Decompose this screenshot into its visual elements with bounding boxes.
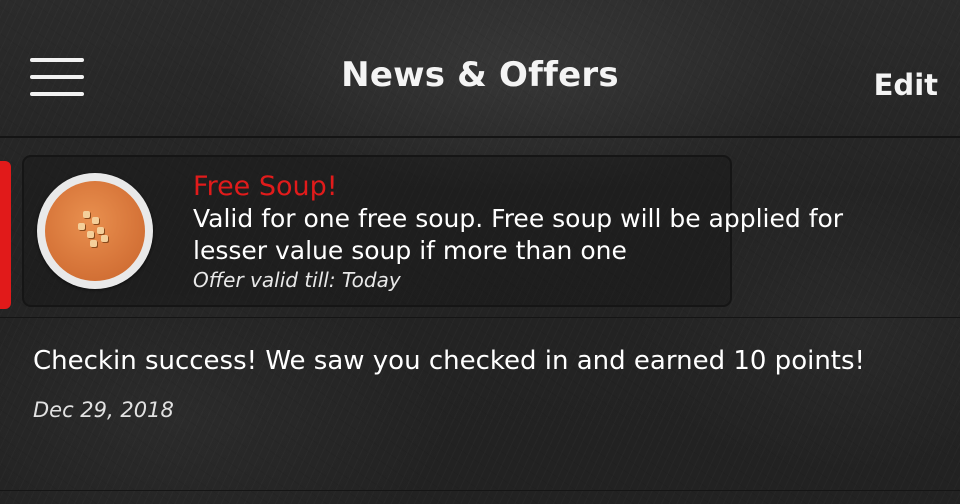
notification-date: Dec 29, 2018 xyxy=(33,398,174,422)
offer-validity: Offer valid till: Today xyxy=(193,268,401,292)
offer-description: Valid for one free soup. Free soup will … xyxy=(193,204,844,265)
edit-button[interactable]: Edit xyxy=(874,68,938,102)
soup-bowl-icon xyxy=(37,173,153,289)
unread-indicator xyxy=(0,161,11,309)
notification-message: Checkin success! We saw you checked in a… xyxy=(33,346,865,376)
offer-title: Free Soup! xyxy=(193,171,338,202)
notification-list-item[interactable]: Checkin success! We saw you checked in a… xyxy=(0,319,960,491)
top-header: News & Offers Edit xyxy=(0,0,960,138)
page-title: News & Offers xyxy=(341,55,619,95)
